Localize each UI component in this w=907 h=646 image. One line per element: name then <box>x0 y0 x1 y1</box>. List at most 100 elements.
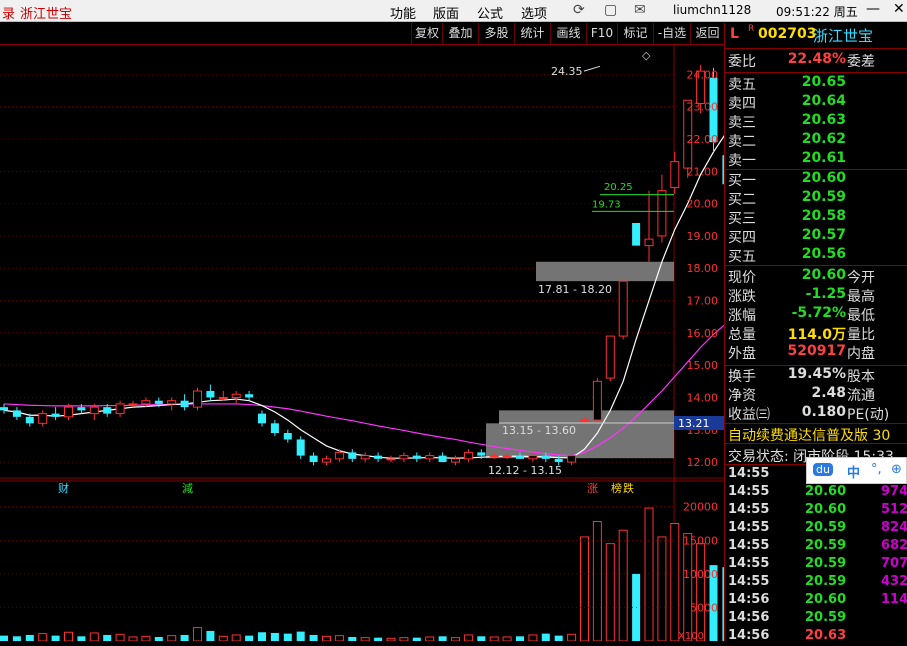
price-tick-label: 18.00 <box>687 262 719 275</box>
volume-bar <box>218 635 228 642</box>
volume-bar <box>38 633 48 642</box>
kline-chart[interactable]: 24.00 23.00 22.00 21.00 20.00 19.00 18.00 17.00… <box>0 45 731 642</box>
kline-chart-area[interactable]: 24.00 23.00 22.00 21.00 20.00 19.00 18.00 17.00… <box>0 45 731 642</box>
multi-stock-button[interactable]: 多股 <box>478 23 514 44</box>
buy-level-5: 买五 20.56 <box>725 246 907 265</box>
price-zone-1 <box>536 261 674 282</box>
menu-layout[interactable]: 版面 <box>433 3 459 22</box>
candle-body <box>115 403 125 415</box>
candle-body <box>477 452 486 456</box>
chat-icon[interactable]: ▢ <box>604 2 617 18</box>
stat2-row-2-label: 收益㈢ <box>728 407 770 423</box>
buy-level-1: 买一 20.60 <box>725 170 907 189</box>
menu-function[interactable]: 功能 <box>390 3 416 22</box>
f10-button[interactable]: F10 <box>586 23 617 44</box>
volume-bar <box>451 637 460 642</box>
candle-body <box>618 280 628 337</box>
volume-bar <box>89 632 99 642</box>
minimize-icon[interactable]: — <box>866 1 880 17</box>
price-tick-label: 23.00 <box>687 101 719 114</box>
candle-body <box>245 394 254 398</box>
volume-bar <box>334 635 344 642</box>
tick-row: 14:56 20.63 <box>725 628 907 646</box>
stock-name: 浙江世宝 <box>813 27 874 45</box>
quote-flag-r: R <box>748 24 755 34</box>
volume-bar <box>683 533 693 642</box>
tick-row: 14:55 20.59 432 <box>725 574 907 592</box>
candle-body <box>605 335 615 379</box>
ime-more-icon[interactable]: ⊕ <box>891 462 902 477</box>
ime-mode[interactable]: 中 <box>847 462 860 481</box>
stat-row-4-label: 外盘 <box>728 346 756 362</box>
stat-row-2: 涨幅 -5.72% 最低 <box>725 305 907 324</box>
stat-row-3-value: 114.0万 <box>787 327 846 343</box>
tick-price: 20.60 <box>805 502 847 517</box>
tick-time: 14:56 <box>728 592 770 607</box>
ime-toolbar[interactable]: du 中 °, ⊕ <box>806 457 907 484</box>
restore-rights-button[interactable]: 复权 <box>411 23 442 44</box>
statistics-button[interactable]: 统计 <box>514 23 550 44</box>
price-tick-label: 16.00 <box>687 327 719 340</box>
volume-bar <box>154 636 163 641</box>
candle-body <box>180 400 189 408</box>
buy-level-3: 买三 20.58 <box>725 208 907 227</box>
volume-bar <box>360 637 370 642</box>
menu-options[interactable]: 选项 <box>521 3 547 22</box>
candle-body <box>258 413 266 424</box>
candle-body <box>567 455 577 463</box>
close-icon[interactable]: ✕ <box>893 1 905 17</box>
tick-volume: 512 <box>881 502 907 517</box>
news-ticker[interactable]: 自动续费通达信普及版 30 <box>728 425 890 445</box>
candle-body <box>283 433 292 440</box>
tick-price: 20.59 <box>805 538 847 553</box>
price-tick-label: 12.00 <box>687 456 719 469</box>
candle-body <box>89 406 99 415</box>
remove-watchlist-button[interactable]: -自选 <box>653 23 690 44</box>
volume-bar <box>605 543 615 642</box>
candle-body <box>386 458 396 461</box>
candle-body <box>154 400 163 404</box>
refresh-icon[interactable]: ⟳ <box>573 2 585 18</box>
stat2-row-0: 换手 19.45% 股本 <box>725 366 907 385</box>
ime-punct[interactable]: °, <box>871 462 882 477</box>
candle-body <box>451 458 460 463</box>
tick-price: 20.59 <box>805 574 847 589</box>
stat2-row-1-label2: 流通 <box>847 388 875 404</box>
clock: 09:51:22 周五 <box>776 5 858 19</box>
back-button[interactable]: 返回 <box>690 23 724 44</box>
volume-bar <box>425 636 435 642</box>
candle-body <box>167 400 177 405</box>
zone-3-label: 12.12 - 13.15 <box>488 464 562 477</box>
tick-price: 20.59 <box>805 556 847 571</box>
candle-body <box>38 413 48 424</box>
sell-level-5: 卖五 20.65 <box>725 74 907 93</box>
volume-bar <box>374 637 383 641</box>
zone-1-label: 17.81 - 18.20 <box>538 283 612 296</box>
candle-body <box>51 413 60 417</box>
buy-level-4-label: 买四 <box>728 230 756 246</box>
menu-formula[interactable]: 公式 <box>477 3 503 22</box>
overlay-button[interactable]: 叠加 <box>442 23 478 44</box>
candle-body <box>412 455 421 459</box>
tick-time: 14:55 <box>728 556 770 571</box>
draw-line-button[interactable]: 画线 <box>550 23 586 44</box>
mail-icon[interactable]: ✉ <box>634 2 646 18</box>
volume-bar <box>412 637 421 641</box>
sell-level-2-value: 20.62 <box>801 131 846 147</box>
stat-row-4-value: 520917 <box>787 343 846 359</box>
volume-bar <box>463 634 473 642</box>
tick-volume: 682 <box>881 538 907 553</box>
volume-bar <box>51 635 60 641</box>
candle-body <box>438 455 447 463</box>
candle-body <box>489 455 499 458</box>
volume-bar <box>438 636 447 641</box>
price-tick-label: 22.00 <box>687 133 719 146</box>
marker-zhang: 涨 <box>587 482 598 495</box>
candle-body <box>425 455 435 460</box>
ime-logo-icon[interactable]: du <box>813 463 833 476</box>
volume-bar <box>128 636 138 642</box>
volume-bar <box>270 632 279 641</box>
sell-level-3-label: 卖三 <box>728 115 756 131</box>
volume-bar <box>12 636 21 641</box>
mark-button[interactable]: 标记 <box>617 23 653 44</box>
